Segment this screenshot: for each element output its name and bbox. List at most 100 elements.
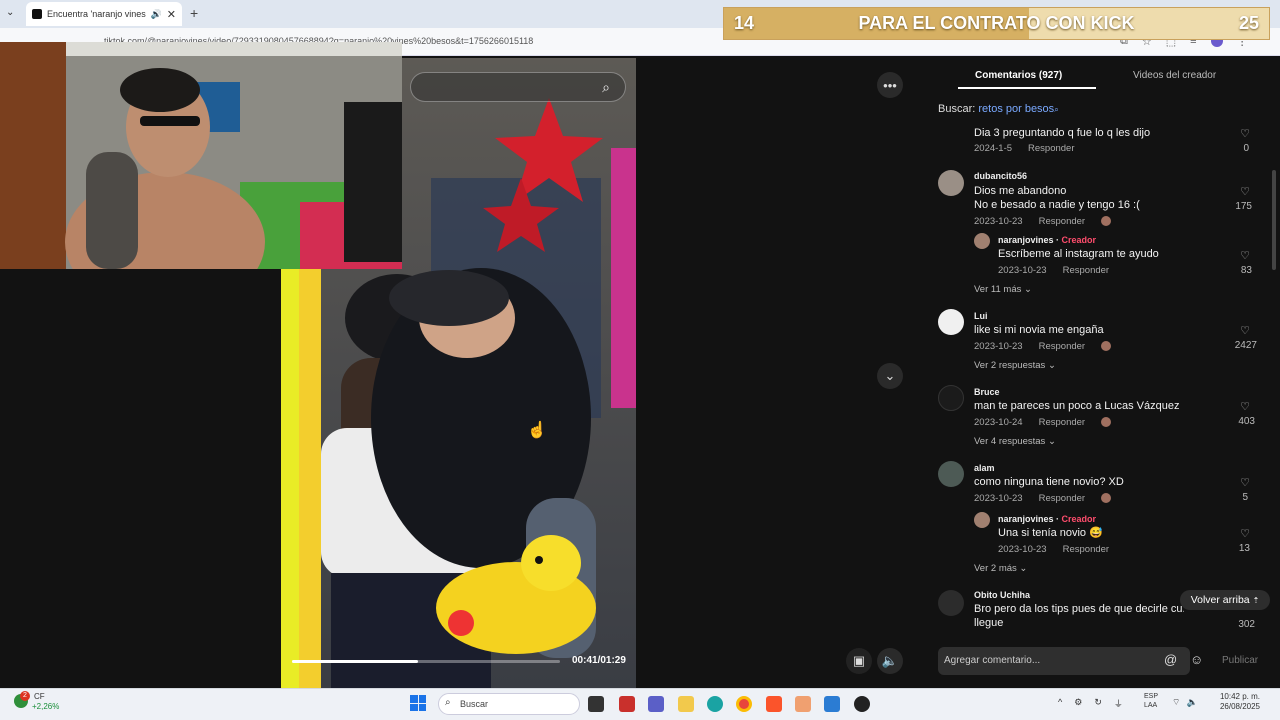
avatar[interactable] (938, 170, 964, 196)
emoji-icon[interactable]: ☺ (1190, 652, 1203, 667)
comment-meta: 2023-10-23 Responder (974, 341, 1112, 352)
notification-badge: 2 (20, 691, 30, 701)
pip-icon[interactable]: ▣ (846, 648, 872, 674)
comment-text: Bro pero da los tips pues de que decirle… (974, 603, 1184, 629)
view-more-label: Ver 2 más (974, 563, 1017, 574)
creator-avatar[interactable] (974, 233, 990, 249)
webcam-overlay (0, 42, 402, 269)
comment-username[interactable]: Obito Uchiha (974, 590, 1030, 600)
reply-username-text: naranjovines (998, 235, 1054, 245)
reply-button[interactable]: Responder (1039, 341, 1085, 352)
clock[interactable]: 10:42 p. m. 26/08/2025 (1200, 692, 1260, 712)
like-heart-icon[interactable]: ♡ (1233, 324, 1257, 337)
tiktok-favicon-icon (32, 9, 42, 19)
like-heart-icon[interactable]: ♡ (1233, 527, 1257, 540)
reply-button[interactable]: Responder (1039, 417, 1085, 428)
more-options-ellipsis-icon[interactable]: ••• (877, 72, 903, 98)
search-query-link[interactable]: retos por besos (978, 103, 1054, 115)
comment-text: Dios me abandono No e besado a nadie y t… (974, 185, 1140, 211)
reply-username[interactable]: naranjovines · Creador (998, 235, 1096, 245)
comment-text: como ninguna tiene novio? XD (974, 476, 1124, 488)
search-icon: ⌕ (445, 697, 451, 708)
brave-icon[interactable] (766, 696, 782, 712)
like-heart-icon[interactable]: ♡ (1233, 476, 1257, 489)
reply-button[interactable]: Responder (1063, 265, 1109, 276)
language-indicator[interactable]: ESP LAA (1144, 692, 1158, 710)
tab-audio-icon[interactable]: 🔊 (151, 9, 162, 20)
tab-close-icon[interactable]: ✕ (167, 8, 176, 21)
tray-sync-icon[interactable]: ↻ (1094, 697, 1102, 710)
comment-meta: 2024-1-5 Responder (974, 143, 1075, 154)
like-heart-icon[interactable]: ♡ (1233, 185, 1257, 198)
comment-username[interactable]: dubancito56 (974, 171, 1027, 181)
lang-primary: ESP (1144, 693, 1159, 700)
reply-button[interactable]: Responder (1039, 216, 1085, 227)
chevron-down-icon: ⌄ (1024, 284, 1032, 295)
app-dark-icon[interactable] (854, 696, 870, 712)
windows-start-icon[interactable] (410, 695, 426, 711)
new-tab-icon[interactable]: + (190, 5, 198, 21)
mention-icon[interactable]: @ (1164, 652, 1177, 667)
view-more-label: Ver 2 respuestas (974, 360, 1046, 371)
tray-overflow-chevron-icon[interactable]: ^ (1058, 697, 1062, 710)
back-to-top-button[interactable]: Volver arriba ⇡ (1180, 590, 1270, 610)
creator-avatar[interactable] (974, 512, 990, 528)
screen: ⌄ Encuentra 'naranjo vines' be 🔊 ✕ + tik… (0, 0, 1280, 720)
volume-icon[interactable]: 🔈 (877, 648, 903, 674)
reply-meta: 2023-10-23 Responder (998, 265, 1109, 276)
next-video-chevron-down-icon[interactable]: ⌄ (877, 363, 903, 389)
reply-username[interactable]: naranjovines · Creador (998, 514, 1096, 524)
reply-button[interactable]: Responder (1063, 544, 1109, 555)
teams-icon[interactable] (648, 696, 664, 712)
reply-button[interactable]: Responder (1039, 493, 1085, 504)
browser-tab[interactable]: Encuentra 'naranjo vines' be 🔊 ✕ (26, 2, 182, 26)
like-heart-icon[interactable]: ♡ (1233, 249, 1257, 262)
view-more-replies[interactable]: Ver 2 respuestas ⌄ (974, 360, 1056, 371)
like-count: 83 (1240, 265, 1252, 276)
chevron-down-icon: ⌄ (1019, 563, 1028, 574)
comment-username[interactable]: Lui (974, 311, 988, 321)
tray-app-icon[interactable]: ⚙ (1074, 697, 1082, 710)
view-more-replies[interactable]: Ver 11 más ⌄ (974, 284, 1032, 295)
comment-username[interactable]: alam (974, 463, 995, 473)
tab-comments[interactable]: Comentarios (927) (975, 62, 1062, 88)
tab-list-chevron-icon[interactable]: ⌄ (6, 7, 14, 18)
view-more-replies[interactable]: Ver 2 más ⌄ (974, 563, 1027, 574)
tab-title: Encuentra 'naranjo vines' be (47, 9, 146, 19)
like-count: 403 (1238, 416, 1255, 427)
edge-icon[interactable] (707, 696, 723, 712)
creator-liked-icon (1101, 216, 1112, 226)
search-icon[interactable]: ⌕ (593, 75, 619, 99)
avatar[interactable] (938, 461, 964, 487)
avatar[interactable] (938, 385, 964, 411)
tray-usb-icon[interactable]: ⏚ (1114, 697, 1123, 710)
like-heart-icon[interactable]: ♡ (1233, 400, 1257, 413)
file-explorer-icon[interactable] (678, 696, 694, 712)
comments-scrollbar[interactable] (1272, 170, 1276, 270)
creator-badge: Creador (1061, 235, 1097, 245)
chevron-down-icon: ⌄ (1047, 360, 1056, 371)
comment-username[interactable]: Bruce (974, 387, 1000, 397)
publish-button[interactable]: Publicar (1222, 655, 1258, 666)
avatar[interactable] (938, 590, 964, 616)
view-more-replies[interactable]: Ver 4 respuestas ⌄ (974, 436, 1056, 447)
like-heart-icon[interactable]: ♡ (1233, 127, 1257, 140)
like-count: 13 (1238, 543, 1250, 554)
view-more-label: Ver 11 más (974, 284, 1022, 295)
avatar[interactable] (938, 309, 964, 335)
reply-text: Una si tenía novio 😅 (998, 527, 1103, 539)
tab-creator-videos[interactable]: Videos del creador (1133, 62, 1216, 88)
comment-search[interactable]: Buscar: retos por besos⌕ (938, 103, 1059, 115)
clock-time: 10:42 p. m. (1219, 692, 1260, 701)
chrome-icon[interactable] (736, 696, 752, 712)
app-red-icon[interactable] (619, 696, 635, 712)
store-icon[interactable] (824, 696, 840, 712)
tray-status[interactable]: ⌔ 🔈 (1172, 697, 1198, 708)
app-orange-icon[interactable] (795, 696, 811, 712)
video-progress-bar[interactable] (292, 660, 560, 663)
comment-meta: 2023-10-23 Responder (974, 493, 1112, 504)
like-count: 0 (1243, 143, 1249, 154)
reply-button[interactable]: Responder (1028, 143, 1074, 154)
comment-text: like si mi novia me engaña (974, 324, 1104, 336)
task-view-icon[interactable] (588, 696, 604, 712)
